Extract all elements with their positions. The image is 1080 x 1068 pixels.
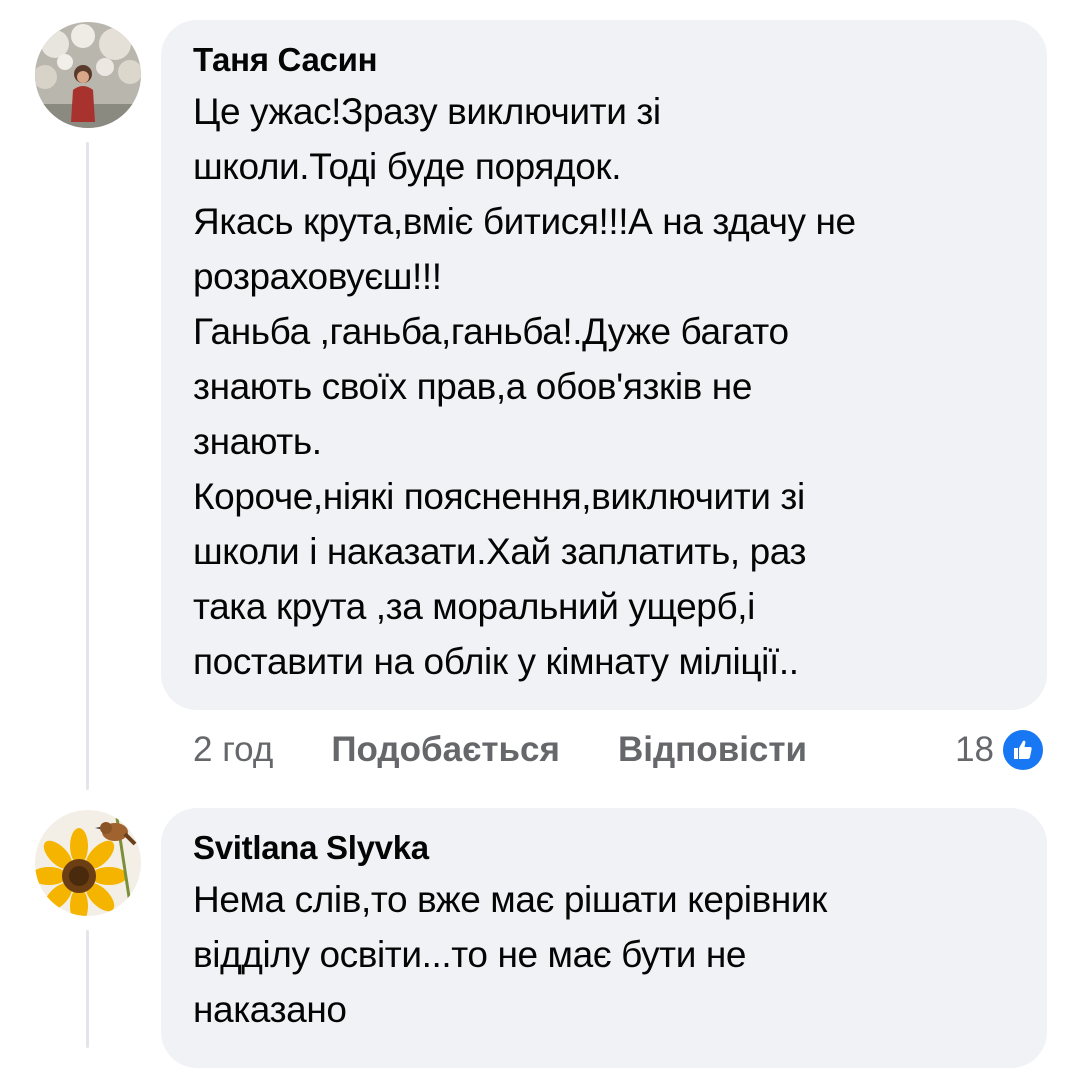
reaction-summary[interactable]: 18 bbox=[955, 724, 1046, 776]
comment-author[interactable]: Таня Сасин bbox=[193, 40, 1015, 80]
avatar[interactable] bbox=[35, 810, 141, 916]
comment-text: Це ужас!Зразу виключити зі школи.Тоді бу… bbox=[193, 91, 856, 682]
comment-author[interactable]: Svitlana Slyvka bbox=[193, 828, 1015, 868]
comment-text: Нема слів,то вже має рішати керівник від… bbox=[193, 879, 827, 1030]
avatar[interactable] bbox=[35, 22, 141, 128]
comment-bubble: Svitlana Slyvka Нема слів,то вже має ріш… bbox=[161, 808, 1047, 1068]
user-photo-avatar-icon bbox=[35, 22, 141, 128]
reply-button[interactable]: Відповісти bbox=[618, 730, 807, 770]
comment-timestamp[interactable]: 2 год bbox=[193, 730, 273, 770]
thread-line bbox=[86, 142, 89, 790]
sunflower-bird-avatar-icon bbox=[35, 810, 141, 916]
like-button[interactable]: Подобається bbox=[331, 730, 560, 770]
thread-line bbox=[86, 930, 89, 1048]
comment-bubble: Таня Сасин Це ужас!Зразу виключити зі шк… bbox=[161, 20, 1047, 710]
reaction-count: 18 bbox=[955, 730, 994, 769]
like-thumb-icon bbox=[1000, 727, 1046, 773]
comment-actions: 2 год Подобається Відповісти bbox=[193, 724, 1053, 776]
